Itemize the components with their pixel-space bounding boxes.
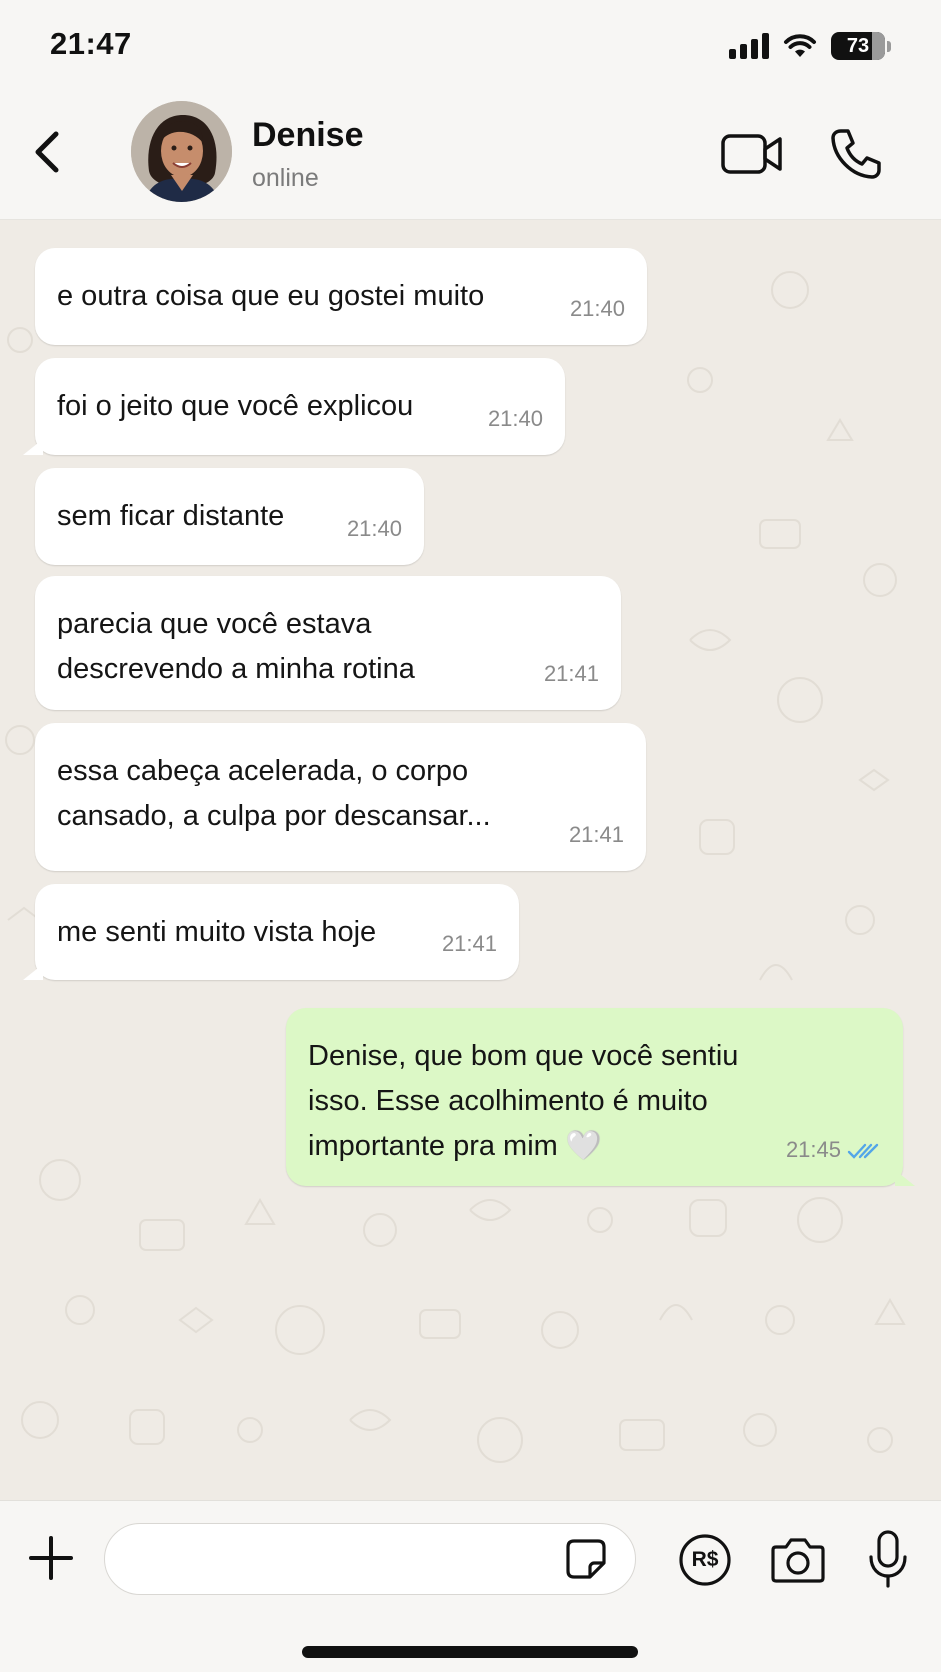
back-button[interactable]	[26, 122, 72, 182]
sticker-icon	[566, 1539, 606, 1579]
message-time: 21:40	[346, 516, 402, 541]
message-meta: 21:45	[786, 1127, 881, 1172]
video-call-button[interactable]	[720, 130, 784, 178]
avatar[interactable]	[131, 101, 232, 202]
message-text: parecia que você estava descrevendo a mi…	[57, 608, 415, 685]
video-camera-icon	[721, 134, 782, 174]
message-input[interactable]	[104, 1523, 636, 1595]
status-icons: 73	[729, 30, 891, 62]
incoming-message[interactable]: essa cabeça acelerada, o corpo cansado, …	[35, 723, 646, 871]
chevron-left-icon	[35, 131, 59, 173]
status-time: 21:47	[50, 26, 132, 61]
contact-photo	[131, 101, 232, 202]
incoming-message[interactable]: sem ficar distante 21:40	[35, 468, 424, 565]
cellular-signal-icon	[729, 33, 769, 59]
microphone-icon	[869, 1530, 907, 1588]
chat-area[interactable]: e outra coisa que eu gostei muito 21:40 …	[0, 220, 941, 1500]
incoming-message[interactable]: e outra coisa que eu gostei muito 21:40	[35, 248, 647, 345]
payment-button[interactable]: R$	[678, 1533, 732, 1587]
input-bar: R$	[0, 1500, 941, 1672]
incoming-message[interactable]: parecia que você estava descrevendo a mi…	[35, 576, 621, 710]
voice-call-button[interactable]	[828, 126, 884, 182]
message-time: 21:41	[543, 661, 599, 686]
message-time: 21:41	[441, 931, 497, 956]
message-text: essa cabeça acelerada, o corpo cansado, …	[57, 755, 491, 832]
payment-label: R$	[691, 1548, 719, 1571]
plus-icon	[29, 1536, 73, 1580]
contact-name[interactable]: Denise	[252, 116, 364, 155]
battery-cap	[887, 40, 891, 52]
attach-button[interactable]	[26, 1533, 76, 1583]
wifi-icon	[784, 34, 816, 57]
message-time: 21:45	[785, 1137, 841, 1162]
status-bar: 21:47 73	[0, 0, 941, 92]
contact-status: online	[252, 164, 319, 192]
message-text: e outra coisa que eu gostei muito	[57, 280, 485, 312]
incoming-message[interactable]: me senti muito vista hoje 21:41	[23, 884, 519, 980]
battery-icon: 73	[831, 32, 885, 60]
sticker-button[interactable]	[564, 1537, 608, 1581]
phone-icon	[831, 129, 881, 179]
message-text: foi o jeito que você explicou	[57, 390, 414, 422]
message-time: 21:41	[568, 822, 624, 847]
microphone-button[interactable]	[866, 1529, 910, 1589]
read-receipt-icon	[847, 1143, 879, 1159]
message-text: me senti muito vista hoje	[57, 916, 377, 948]
outgoing-message[interactable]: Denise, que bom que você sentiu isso. Es…	[286, 1008, 915, 1186]
message-body: Denise, que bom que você sentiu isso. Es…	[308, 1040, 739, 1162]
chat-header: Denise online	[0, 92, 941, 220]
message-time: 21:40	[487, 406, 543, 431]
message-time: 21:40	[569, 296, 625, 321]
camera-icon	[771, 1538, 825, 1583]
incoming-message[interactable]: foi o jeito que você explicou 21:40	[23, 358, 565, 455]
battery-level: 73	[846, 34, 870, 57]
home-indicator[interactable]	[302, 1646, 638, 1658]
camera-button[interactable]	[770, 1535, 826, 1585]
white-heart-emoji: 🤍	[565, 1130, 602, 1162]
